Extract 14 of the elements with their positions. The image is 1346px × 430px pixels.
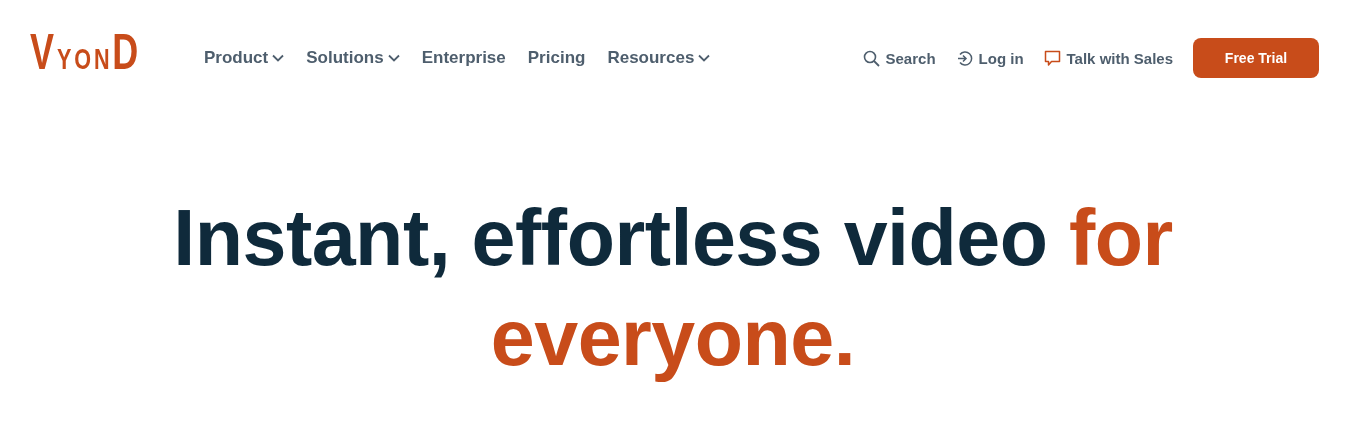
logo[interactable]: VYOND xyxy=(30,29,142,87)
headline: Instant, effortless video for everyone. xyxy=(173,192,1173,384)
nav-link[interactable]: Enterprise xyxy=(421,48,506,68)
nav-link[interactable]: Search xyxy=(862,49,936,67)
search-icon xyxy=(862,49,880,67)
nav-link[interactable]: Resources xyxy=(607,48,711,68)
nav-link[interactable]: Log in xyxy=(955,49,1024,67)
nav-link[interactable]: Talk with Sales xyxy=(1043,49,1173,67)
free-trial-button[interactable]: Free Trial xyxy=(1193,38,1319,78)
nav-link[interactable]: Pricing xyxy=(527,48,586,68)
nav-link[interactable]: Product xyxy=(204,48,285,68)
login-icon xyxy=(955,49,973,67)
speech-bubble-icon xyxy=(1043,49,1061,67)
nav-link[interactable]: Solutions xyxy=(306,48,400,68)
